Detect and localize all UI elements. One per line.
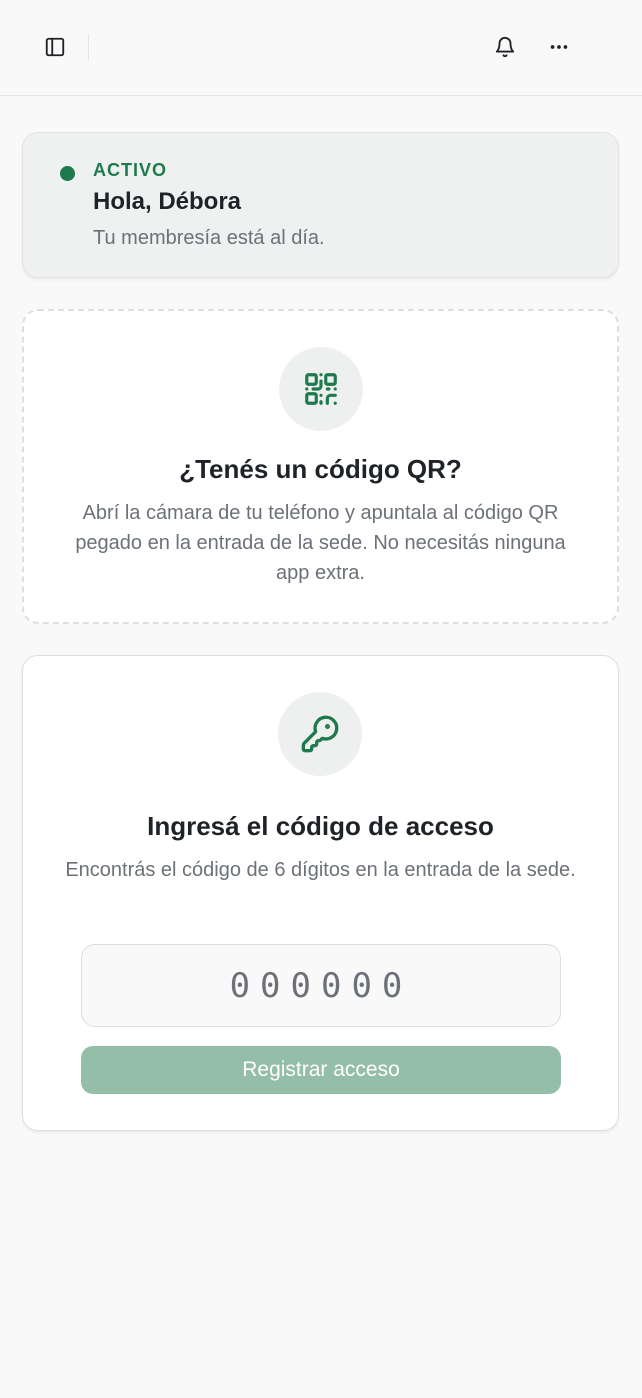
qr-description: Abrí la cámara de tu teléfono y apuntala… [75,502,566,584]
status-indicator-dot [60,166,75,181]
access-code-card: Ingresá el código de acceso Encontrás el… [22,655,619,1131]
qr-title: ¿Tenés un código QR? [179,454,462,484]
more-options-button[interactable] [539,27,579,67]
qr-info-card: ¿Tenés un código QR? Abrí la cámara de t… [22,309,619,624]
status-label: ACTIVO [93,160,168,180]
sidebar-toggle-button[interactable] [35,27,75,67]
access-code-input[interactable] [81,944,561,1027]
more-horizontal-icon [550,45,568,49]
access-code-description: Encontrás el código de 6 dígitos en la e… [65,859,576,881]
register-access-button[interactable]: Registrar acceso [81,1046,561,1094]
notifications-button[interactable] [485,27,525,67]
membership-status-card: ACTIVO Hola, Débora Tu membresía está al… [22,132,619,278]
greeting: Hola, Débora [93,188,242,215]
sidebar-toggle-icon [45,37,65,57]
status-description: Tu membresía está al día. [93,227,325,249]
qr-icon-container [279,347,363,431]
bell-icon [495,37,515,58]
top-bar [0,0,642,96]
qr-code-icon [305,373,337,405]
access-code-title: Ingresá el código de acceso [147,811,494,841]
toolbar-divider [88,34,89,60]
key-icon [301,715,339,753]
key-icon-container [278,692,362,776]
